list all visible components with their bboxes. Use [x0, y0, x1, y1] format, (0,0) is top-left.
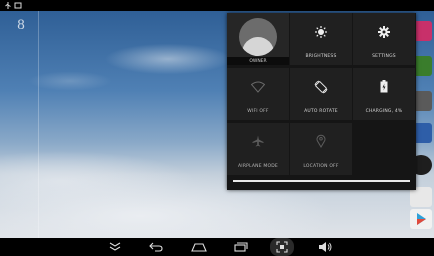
battery-tile[interactable]: CHARGING, 4% [353, 68, 415, 120]
brightness-icon [315, 26, 327, 38]
tile-label: AUTO ROTATE [304, 109, 338, 114]
location-tile[interactable]: LOCATION OFF [290, 123, 352, 175]
screenshot-icon [276, 241, 288, 253]
play-store-icon[interactable] [410, 209, 432, 229]
back-icon [149, 242, 163, 252]
brightness-tile[interactable]: BRIGHTNESS [290, 13, 352, 65]
collapse-icon [109, 242, 121, 251]
google-search-icon[interactable]: 8 [14, 16, 28, 34]
app-icon[interactable] [410, 187, 432, 207]
volume-button[interactable] [313, 238, 337, 256]
divider [38, 11, 39, 238]
airplane-mode-tile[interactable]: AIRPLANE MODE [227, 123, 289, 175]
home-button[interactable] [187, 238, 211, 256]
settings-tile[interactable]: SETTINGS [353, 13, 415, 65]
wifi-icon [251, 81, 265, 93]
tile-label: SETTINGS [372, 54, 396, 59]
screenshot-icon [14, 2, 22, 9]
airplane-icon [252, 135, 264, 147]
recents-button[interactable] [229, 238, 253, 256]
navigation-bar [0, 238, 434, 256]
status-bar [0, 0, 434, 11]
owner-label: OWNER [249, 58, 267, 64]
location-icon [316, 134, 326, 148]
back-button[interactable] [144, 238, 168, 256]
recents-icon [234, 242, 248, 252]
usb-icon [5, 2, 11, 9]
tile-label: LOCATION OFF [303, 164, 339, 169]
quick-settings-panel: OWNER BRIGHTNESS SETTINGS WIFI OFF AUTO … [227, 13, 416, 190]
home-icon [191, 243, 207, 252]
battery-icon [380, 80, 388, 93]
rotate-icon [314, 80, 328, 94]
wifi-tile[interactable]: WIFI OFF [227, 68, 289, 120]
tile-label: BRIGHTNESS [305, 54, 337, 59]
screenshot-button[interactable] [270, 238, 294, 256]
tile-label: WIFI OFF [247, 109, 269, 114]
volume-icon [319, 242, 332, 252]
tile-label: CHARGING, 4% [365, 109, 403, 114]
collapse-button[interactable] [103, 238, 127, 256]
tile-label: AIRPLANE MODE [238, 164, 278, 169]
auto-rotate-tile[interactable]: AUTO ROTATE [290, 68, 352, 120]
gear-icon [378, 26, 390, 38]
user-avatar [239, 18, 277, 56]
brightness-slider-fill [233, 180, 410, 182]
owner-tile[interactable]: OWNER [227, 13, 289, 65]
